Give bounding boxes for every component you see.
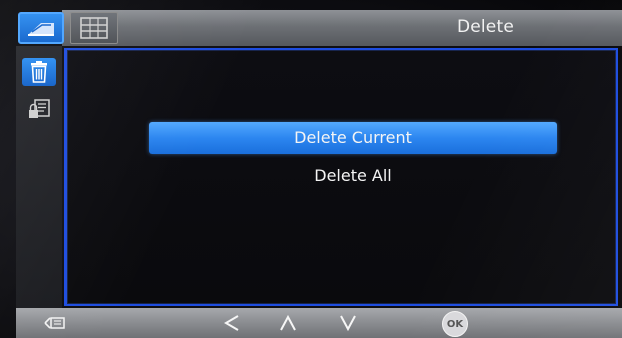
playback-icon [28, 23, 54, 36]
back-button[interactable] [36, 308, 72, 338]
back-icon [44, 317, 65, 329]
tab-playback[interactable] [18, 12, 64, 44]
device-screen: Delete Delete Current Delete All OK [0, 0, 622, 338]
up-arrow-icon [280, 314, 296, 331]
down-button[interactable] [334, 308, 362, 338]
page-title: Delete [456, 17, 514, 37]
down-arrow-icon [340, 315, 356, 332]
ok-button[interactable]: OK [442, 311, 468, 337]
menu-item-delete-all[interactable]: Delete All [149, 160, 557, 192]
left-button[interactable] [218, 308, 246, 338]
menu-panel: Delete Current Delete All [64, 48, 618, 306]
bottom-control-bar: OK [16, 308, 622, 338]
ok-icon: OK [446, 318, 464, 330]
trash-icon [31, 61, 47, 83]
left-arrow-icon [224, 315, 239, 331]
settings-menu-icon [80, 17, 108, 39]
tab-settings[interactable] [70, 12, 118, 44]
sidebar-item-protect[interactable] [22, 96, 56, 124]
up-button[interactable] [274, 308, 302, 338]
protect-icon [29, 99, 50, 118]
header-bar: Delete [62, 10, 622, 46]
sidebar-item-delete[interactable] [22, 58, 56, 86]
menu-item-delete-current[interactable]: Delete Current [149, 122, 557, 154]
